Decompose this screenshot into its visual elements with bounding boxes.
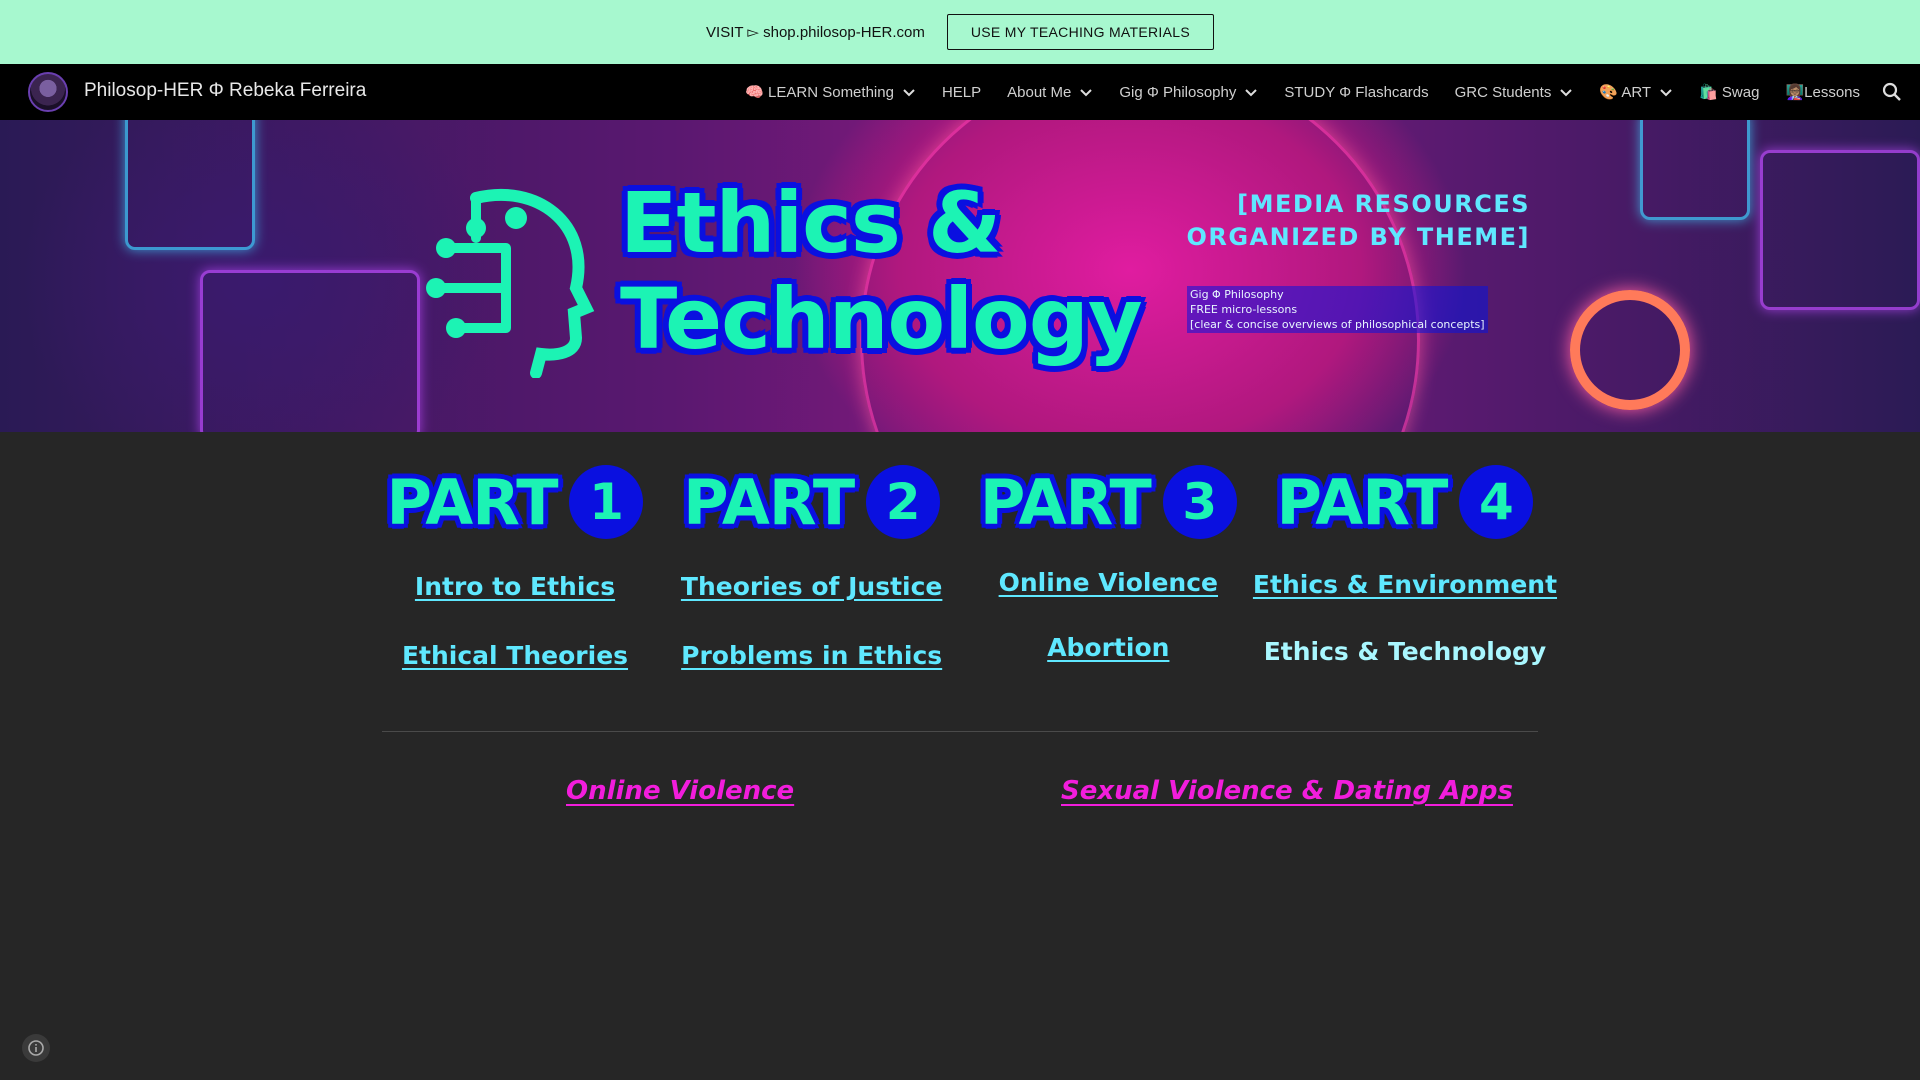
nav-item-swag[interactable]: 🛍️ Swag (1699, 83, 1759, 101)
nav-item-label: HELP (941, 83, 982, 101)
part-number: 1 (569, 465, 644, 539)
nav-item-grc-students[interactable]: GRC Students (1455, 84, 1574, 101)
top-nav: Philosop-HER Φ Rebeka Ferreira 🧠 LEARN S… (0, 64, 1920, 120)
part-badge: PART 4 (1276, 462, 1534, 542)
info-icon[interactable] (22, 1034, 50, 1062)
nav-item-gig-philosophy[interactable]: Gig Φ Philosophy (1119, 84, 1258, 101)
site-title[interactable]: Philosop-HER Φ Rebeka Ferreira (84, 80, 366, 102)
part-column-1: PART 1 Intro to Ethics Ethical Theories (380, 462, 650, 670)
banner-micro-lessons-note: Gig Φ Philosophy FREE micro-lessons [cle… (1187, 286, 1488, 333)
nav-item-study-flashcards[interactable]: STUDY Φ Flashcards (1284, 84, 1428, 101)
banner-subtitle-line2: ORGANIZED BY THEME] (1186, 223, 1530, 251)
banner-subtitle-line1: [MEDIA RESOURCES (1237, 190, 1530, 218)
nav-item-art[interactable]: 🎨 ART (1599, 83, 1673, 101)
search-icon[interactable] (1880, 80, 1904, 104)
part-number: 3 (1162, 465, 1237, 539)
link-abortion[interactable]: Abortion (1047, 633, 1169, 662)
nav-item-label: Gig Φ Philosophy (1119, 83, 1237, 101)
part-badge: PART 1 (387, 462, 644, 542)
section-divider (382, 731, 1538, 732)
banner-title-line2: Technology (620, 270, 1143, 368)
nav-item-learn[interactable]: 🧠 LEARN Something (745, 83, 916, 101)
nav-item-label: 🎨 ART (1599, 84, 1652, 101)
part-badge: PART 2 (683, 462, 941, 542)
banner-small-line1: Gig Φ Philosophy (1190, 288, 1284, 301)
nav-item-lessons[interactable]: 👩🏽‍🏫Lessons (1785, 83, 1860, 101)
part-word: PART (386, 465, 559, 539)
part-column-3: PART 3 Online Violence Abortion (973, 462, 1243, 670)
chevron-down-icon (1660, 89, 1672, 97)
part-word: PART (1276, 465, 1448, 539)
announcement-text[interactable]: VISIT ▻ shop.philosop-HER.com (706, 23, 925, 41)
banner-small-line3: [clear & concise overviews of philosophi… (1190, 318, 1485, 331)
nav-item-help[interactable]: HELP (942, 84, 981, 101)
nav-item-label: STUDY Φ Flashcards (1284, 83, 1429, 101)
part-number: 4 (1459, 465, 1534, 539)
part-column-4: PART 4 Ethics & Environment Ethics & Tec… (1253, 462, 1557, 670)
parts-grid: PART 1 Intro to Ethics Ethical Theories … (380, 462, 1557, 670)
link-ethics-environment[interactable]: Ethics & Environment (1253, 570, 1557, 599)
site-logo-avatar[interactable] (28, 72, 68, 112)
hero-banner: Ethics & Technology [MEDIA RESOURCES ORG… (0, 120, 1920, 432)
ai-head-icon (426, 188, 595, 378)
banner-small-line2: FREE micro-lessons (1190, 303, 1298, 316)
banner-title-line1: Ethics & (620, 174, 1001, 272)
current-page-ethics-technology: Ethics & Technology (1263, 637, 1547, 666)
announcement-bar: VISIT ▻ shop.philosop-HER.com USE MY TEA… (0, 0, 1920, 64)
neon-device-decoration (125, 120, 255, 250)
part-word: PART (979, 465, 1152, 539)
neon-ring-decoration (1570, 290, 1690, 410)
link-ethical-theories[interactable]: Ethical Theories (402, 641, 628, 670)
teaching-materials-button[interactable]: USE MY TEACHING MATERIALS (946, 14, 1214, 50)
chevron-down-icon (1560, 89, 1573, 97)
nav-menu: 🧠 LEARN Something HELP About Me Gig Φ Ph… (719, 64, 1860, 120)
part-number: 2 (866, 465, 941, 539)
nav-item-about-me[interactable]: About Me (1007, 84, 1093, 101)
link-theories-of-justice[interactable]: Theories of Justice (681, 572, 942, 601)
part-badge: PART 3 (980, 462, 1237, 542)
theme-link-sexual-violence-dating-apps[interactable]: Sexual Violence & Dating Apps (1061, 776, 1513, 806)
link-intro-to-ethics[interactable]: Intro to Ethics (415, 572, 615, 601)
nav-item-label: 🛍️ Swag (1699, 84, 1760, 101)
link-problems-in-ethics[interactable]: Problems in Ethics (681, 641, 942, 670)
theme-link-online-violence[interactable]: Online Violence (566, 776, 794, 806)
nav-item-label: 👩🏽‍🏫Lessons (1785, 84, 1860, 101)
nav-item-label: 🧠 LEARN Something (745, 84, 894, 101)
neon-device-decoration (200, 270, 420, 432)
neon-device-decoration (1640, 120, 1750, 220)
info-circle-icon (28, 1040, 44, 1056)
link-online-violence[interactable]: Online Violence (999, 568, 1218, 597)
chevron-down-icon (1245, 89, 1258, 97)
nav-item-label: About Me (1007, 83, 1072, 101)
part-word: PART (683, 465, 855, 539)
banner-title: Ethics & Technology (620, 174, 1143, 368)
part-column-2: PART 2 Theories of Justice Problems in E… (677, 462, 947, 670)
neon-device-decoration (1760, 150, 1920, 310)
chevron-down-icon (903, 89, 915, 97)
chevron-down-icon (1080, 89, 1093, 97)
nav-item-label: GRC Students (1454, 83, 1552, 101)
banner-subtitle: [MEDIA RESOURCES ORGANIZED BY THEME] (1186, 188, 1530, 254)
